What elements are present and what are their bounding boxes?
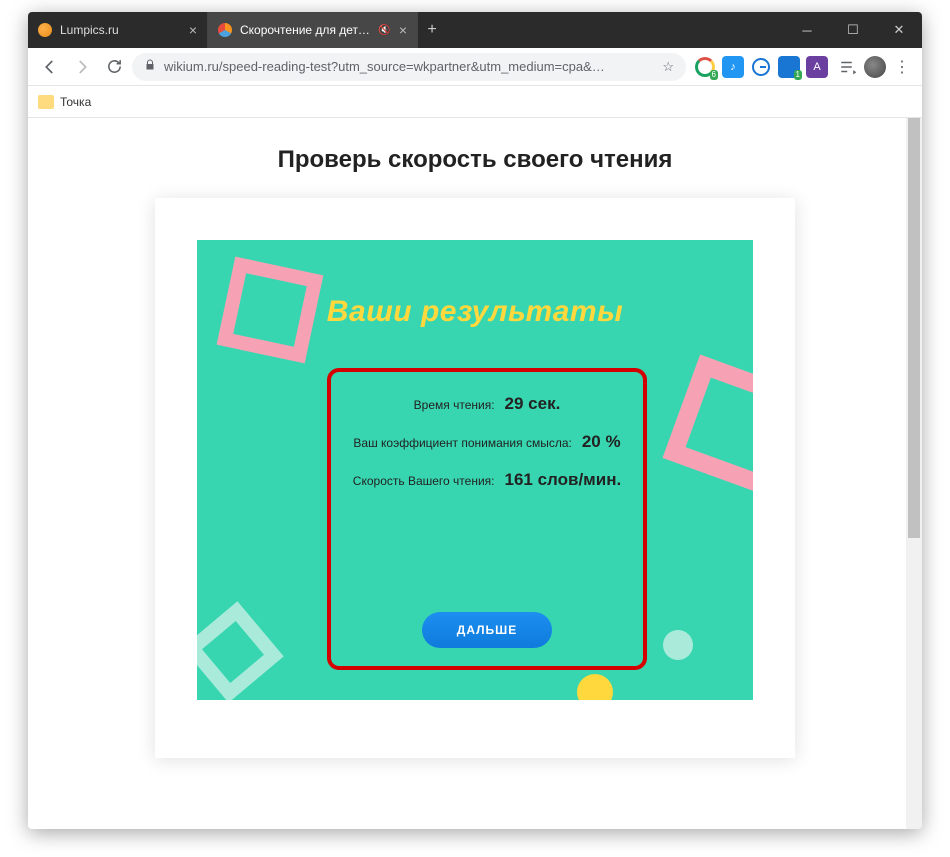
result-speed: Скорость Вашего чтения: 161 слов/мин.: [343, 470, 631, 490]
extension-icon-3[interactable]: [750, 56, 772, 78]
page-title: Проверь скорость своего чтения: [28, 146, 922, 174]
result-label: Ваш коэффициент понимания смысла:: [353, 436, 571, 450]
favicon-wikium: [218, 23, 232, 37]
page-viewport: Проверь скорость своего чтения Ваши резу…: [28, 118, 922, 829]
back-button[interactable]: [36, 53, 64, 81]
media-control-icon[interactable]: [836, 58, 860, 76]
extensions: 6 ♪ 1 A: [690, 56, 832, 78]
folder-icon: [38, 95, 54, 109]
tab-title: Скорочтение для детей и вз: [240, 23, 370, 37]
result-value: 161 слов/мин.: [505, 470, 622, 490]
address-row: wikium.ru/speed-reading-test?utm_source=…: [28, 48, 922, 86]
extension-icon-2[interactable]: ♪: [722, 56, 744, 78]
tab-wikium[interactable]: Скорочтение для детей и вз 🔇 ×: [208, 12, 418, 48]
title-bar: Lumpics.ru × Скорочтение для детей и вз …: [28, 12, 922, 48]
url-text: wikium.ru/speed-reading-test?utm_source=…: [164, 59, 654, 74]
results-card: Ваши результаты Время чтения: 29 сек. Ва…: [155, 198, 795, 758]
window-controls: ─ ☐ ✕: [784, 12, 922, 48]
next-button[interactable]: ДАЛЬШЕ: [422, 612, 552, 648]
mute-icon[interactable]: 🔇: [378, 25, 390, 36]
result-value: 20 %: [582, 432, 621, 452]
favicon-lumpics: [38, 23, 52, 37]
minimize-button[interactable]: ─: [784, 12, 830, 48]
results-box: Время чтения: 29 сек. Ваш коэффициент по…: [327, 368, 647, 670]
decor-square-teal: [197, 601, 284, 700]
extension-icon-1[interactable]: 6: [694, 56, 716, 78]
result-comprehension: Ваш коэффициент понимания смысла: 20 %: [343, 432, 631, 452]
reload-button[interactable]: [100, 53, 128, 81]
forward-button[interactable]: [68, 53, 96, 81]
scrollbar[interactable]: [906, 118, 922, 829]
maximize-button[interactable]: ☐: [830, 12, 876, 48]
decor-square-pink-right: [663, 355, 753, 496]
lock-icon: [144, 59, 156, 74]
close-window-button[interactable]: ✕: [876, 12, 922, 48]
hero-panel: Ваши результаты Время чтения: 29 сек. Ва…: [197, 240, 753, 700]
ext-badge: 1: [794, 70, 802, 80]
tab-title: Lumpics.ru: [60, 23, 181, 37]
decor-circle-yellow: [577, 674, 613, 700]
scrollbar-thumb[interactable]: [908, 118, 920, 538]
extension-icon-4[interactable]: 1: [778, 56, 800, 78]
browser-window: Lumpics.ru × Скорочтение для детей и вз …: [28, 12, 922, 829]
result-label: Скорость Вашего чтения:: [353, 474, 495, 488]
close-icon[interactable]: ×: [189, 22, 197, 38]
decor-square-pink: [217, 257, 324, 364]
close-icon[interactable]: ×: [399, 22, 407, 38]
result-time: Время чтения: 29 сек.: [343, 394, 631, 414]
address-bar[interactable]: wikium.ru/speed-reading-test?utm_source=…: [132, 53, 686, 81]
extension-icon-5[interactable]: A: [806, 56, 828, 78]
ext-badge: 6: [710, 70, 718, 80]
decor-circle-teal: [663, 630, 693, 660]
tab-lumpics[interactable]: Lumpics.ru ×: [28, 12, 208, 48]
profile-avatar[interactable]: [864, 56, 886, 78]
bookmarks-bar: Точка: [28, 86, 922, 118]
new-tab-button[interactable]: +: [418, 12, 446, 48]
kebab-menu-icon[interactable]: ⋮: [890, 57, 914, 77]
bookmark-star-icon[interactable]: ☆: [662, 59, 674, 75]
result-label: Время чтения:: [414, 398, 495, 412]
bookmark-item[interactable]: Точка: [60, 95, 91, 109]
result-value: 29 сек.: [505, 394, 561, 414]
